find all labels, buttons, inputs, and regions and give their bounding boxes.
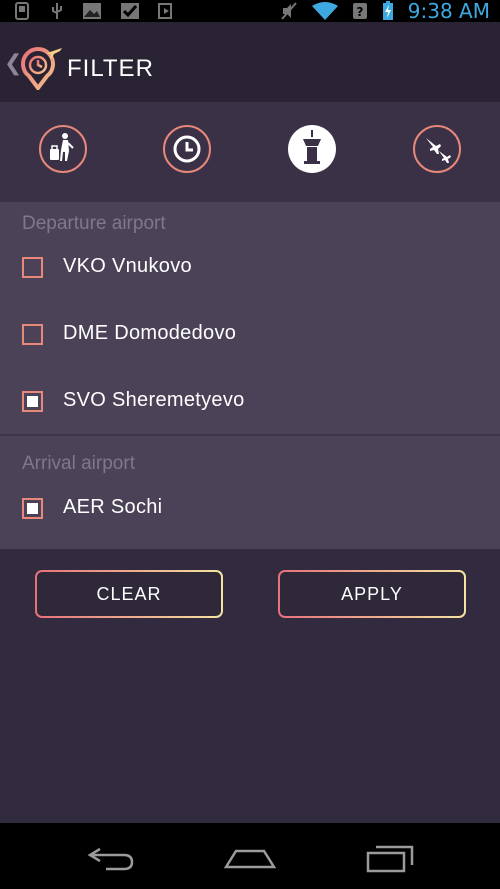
item-label: AER Sochi	[63, 496, 163, 518]
svg-text:?: ?	[356, 5, 363, 19]
checkbox[interactable]	[22, 257, 43, 278]
tab-time[interactable]	[162, 124, 212, 174]
clock-icon	[163, 125, 211, 173]
item-label: DME Domodedovo	[63, 322, 237, 344]
checkbox[interactable]	[22, 324, 43, 345]
list-item[interactable]: AER Sochi	[0, 479, 500, 539]
phone-icon	[15, 2, 29, 20]
checkbox-icon	[121, 3, 139, 19]
navigation-bar	[0, 823, 500, 889]
wifi-icon	[311, 2, 338, 20]
control-tower-icon	[288, 125, 336, 173]
clear-button[interactable]: CLEAR	[35, 570, 223, 618]
filter-tabs	[0, 102, 500, 202]
action-bar: ❮ FILTER	[0, 22, 500, 102]
clock: 9:38 AM	[407, 0, 490, 23]
home-icon[interactable]	[224, 841, 276, 873]
list-item[interactable]: SVO Sheremetyevo	[0, 372, 500, 432]
departure-section: Departure airport VKO Vnukovo DME Domode…	[0, 202, 500, 434]
item-label: SVO Sheremetyevo	[63, 389, 245, 411]
list-item[interactable]: DME Domodedovo	[0, 305, 500, 365]
planes-icon	[413, 125, 461, 173]
page-title: FILTER	[67, 55, 154, 82]
checkbox[interactable]	[22, 391, 43, 412]
back-icon[interactable]	[86, 841, 136, 873]
tab-traveler[interactable]	[38, 124, 88, 174]
image-icon	[83, 3, 101, 19]
tab-airport[interactable]	[287, 124, 337, 174]
flight-time-logo-icon[interactable]	[20, 46, 64, 90]
checkbox[interactable]	[22, 498, 43, 519]
person-luggage-icon	[39, 125, 87, 173]
tab-airlines[interactable]	[412, 124, 462, 174]
recents-icon[interactable]	[366, 841, 416, 873]
mute-icon	[281, 2, 297, 20]
arrival-section: Arrival airport AER Sochi	[0, 436, 500, 549]
departure-title: Departure airport	[22, 213, 166, 234]
list-item[interactable]: VKO Vnukovo	[0, 238, 500, 298]
battery-charging-icon	[382, 1, 393, 20]
status-bar: ? 9:38 AM	[0, 0, 500, 22]
arrival-title: Arrival airport	[22, 453, 135, 474]
usb-icon	[52, 3, 62, 19]
item-label: VKO Vnukovo	[63, 255, 192, 277]
apply-button[interactable]: APPLY	[278, 570, 466, 618]
play-store-icon	[158, 3, 172, 19]
no-sim-icon: ?	[352, 3, 367, 19]
